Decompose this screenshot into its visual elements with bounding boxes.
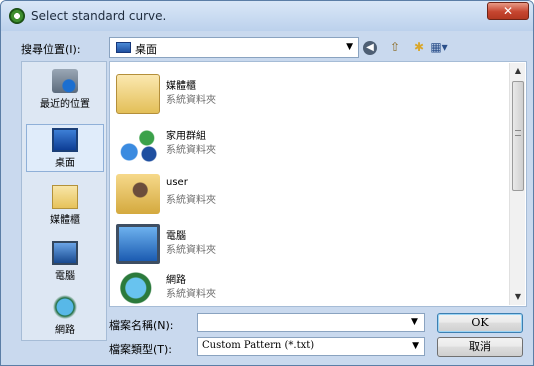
- user-folder-icon: [116, 174, 160, 214]
- up-folder-icon[interactable]: ⇧: [387, 39, 403, 55]
- vertical-scrollbar[interactable]: ▲ ▼: [509, 63, 525, 305]
- list-item[interactable]: 網路 系統資料夾: [116, 264, 486, 312]
- grip-icon: [515, 130, 521, 136]
- file-dialog-window: Select standard curve. ✕ 搜尋位置(I): 桌面 ▼ ◀…: [0, 0, 534, 366]
- list-item[interactable]: 電腦 系統資料夾: [116, 220, 486, 268]
- scrollbar-thumb[interactable]: [512, 81, 524, 191]
- chevron-down-icon: ▼: [346, 42, 353, 52]
- close-button[interactable]: ✕: [487, 2, 529, 20]
- place-network[interactable]: 網路: [26, 292, 104, 340]
- filetype-value: Custom Pattern (*.txt): [202, 340, 315, 351]
- item-name: user: [166, 177, 188, 188]
- places-bar: 最近的位置 桌面 媒體櫃 電腦 網路: [21, 61, 107, 341]
- back-icon[interactable]: ◀: [363, 41, 377, 55]
- recent-places-icon: [52, 69, 78, 93]
- scroll-up-icon[interactable]: ▲: [510, 63, 526, 79]
- close-icon: ✕: [502, 4, 514, 18]
- desktop-icon: [52, 128, 78, 152]
- window-title: Select standard curve.: [31, 9, 167, 23]
- app-icon: [9, 8, 25, 24]
- list-item[interactable]: 媒體櫃 系統資料夾: [116, 70, 486, 118]
- place-label: 媒體櫃: [50, 215, 80, 226]
- homegroup-icon: [116, 124, 160, 164]
- item-name: 網路: [166, 275, 186, 286]
- item-type: 系統資料夾: [166, 289, 216, 300]
- computer-icon: [116, 224, 160, 264]
- cancel-button[interactable]: 取消: [437, 337, 523, 357]
- list-item[interactable]: 家用群組 系統資料夾: [116, 120, 486, 168]
- ok-button[interactable]: OK: [437, 313, 523, 333]
- file-list[interactable]: 媒體櫃 系統資料夾 家用群組 系統資料夾 user 系統資料夾 電腦 系統資料夾…: [109, 61, 527, 308]
- list-item[interactable]: user 系統資料夾: [116, 170, 486, 218]
- item-type: 系統資料夾: [166, 95, 216, 106]
- place-recent[interactable]: 最近的位置: [26, 66, 104, 114]
- place-desktop[interactable]: 桌面: [26, 124, 104, 172]
- filename-label: 檔案名稱(N):: [109, 319, 174, 332]
- item-type: 系統資料夾: [166, 195, 216, 206]
- look-in-label: 搜尋位置(I):: [21, 43, 81, 56]
- new-folder-icon[interactable]: ✱: [411, 39, 427, 55]
- libraries-icon: [52, 185, 78, 209]
- item-name: 媒體櫃: [166, 81, 196, 92]
- place-label: 桌面: [55, 158, 75, 169]
- item-name: 家用群組: [166, 131, 206, 142]
- place-label: 網路: [55, 325, 75, 336]
- item-type: 系統資料夾: [166, 145, 216, 156]
- look-in-dropdown[interactable]: 桌面 ▼: [109, 37, 359, 58]
- filename-input[interactable]: [197, 313, 425, 332]
- libraries-icon: [116, 74, 160, 114]
- item-type: 系統資料夾: [166, 245, 216, 256]
- chevron-down-icon: ▼: [412, 341, 419, 351]
- network-icon: [116, 268, 160, 308]
- place-libraries[interactable]: 媒體櫃: [26, 182, 104, 230]
- place-label: 最近的位置: [40, 99, 90, 110]
- desktop-icon: [116, 42, 131, 53]
- place-computer[interactable]: 電腦: [26, 238, 104, 286]
- computer-icon: [52, 241, 78, 265]
- filetype-label: 檔案類型(T):: [109, 343, 173, 356]
- look-in-value: 桌面: [135, 43, 157, 56]
- chevron-down-icon[interactable]: ▼: [411, 317, 418, 327]
- filetype-dropdown[interactable]: Custom Pattern (*.txt) ▼: [197, 337, 425, 356]
- scroll-down-icon[interactable]: ▼: [510, 289, 526, 305]
- item-name: 電腦: [166, 231, 186, 242]
- title-bar[interactable]: Select standard curve. ✕: [1, 1, 533, 31]
- network-icon: [52, 295, 78, 319]
- view-menu-icon[interactable]: ▦▾: [427, 39, 451, 55]
- place-label: 電腦: [55, 271, 75, 282]
